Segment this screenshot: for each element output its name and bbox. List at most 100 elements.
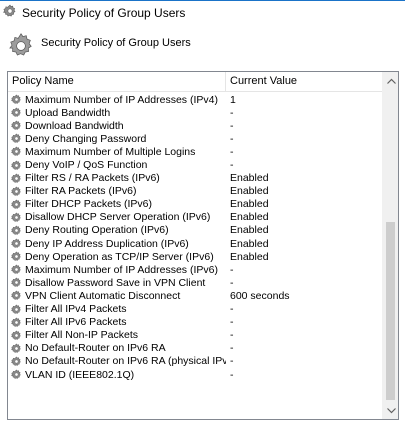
table-row[interactable]: No Default-Router on IPv6 RA -: [8, 342, 383, 355]
policy-value: Enabled: [230, 198, 269, 211]
policy-name-cell: Maximum Number of IP Addresses (IPv4): [8, 94, 226, 106]
policy-value-cell: -: [226, 303, 383, 315]
gear-icon: [11, 107, 22, 118]
policy-name-cell: Upload Bandwidth: [8, 107, 226, 119]
policy-value: -: [230, 106, 234, 119]
table-row[interactable]: Filter RA Packets (IPv6) Enabled: [8, 185, 383, 198]
policy-name: Deny Changing Password: [25, 132, 147, 145]
table-row[interactable]: Deny Operation as TCP/IP Server (IPv6) En…: [8, 250, 383, 263]
table-row[interactable]: Filter RS / RA Packets (IPv6) Enabled: [8, 172, 383, 185]
policy-name: Maximum Number of Multiple Logins: [25, 145, 196, 158]
table-row[interactable]: Disallow DHCP Server Operation (IPv6) Ena…: [8, 211, 383, 224]
table-row[interactable]: Filter All IPv6 Packets -: [8, 316, 383, 329]
policy-name-cell: Deny Operation as TCP/IP Server (IPv6): [8, 251, 226, 263]
gear-icon: [11, 120, 22, 131]
column-header-policy-name[interactable]: Policy Name: [8, 72, 226, 91]
gear-large-icon: [7, 32, 35, 63]
policy-name: VLAN ID (IEEE802.1Q): [25, 368, 135, 381]
gear-icon: [11, 159, 22, 171]
scroll-down-button[interactable]: [383, 402, 398, 419]
policy-name: Filter All Non-IP Packets: [25, 329, 139, 342]
policy-value: 1: [230, 93, 236, 106]
policy-value: 600 seconds: [230, 289, 290, 302]
policy-value-cell: Enabled: [226, 238, 383, 250]
policy-value-cell: 600 seconds: [226, 290, 383, 302]
table-row[interactable]: Filter DHCP Packets (IPv6) Enabled: [8, 198, 383, 211]
gear-icon: [11, 343, 22, 354]
policy-value-cell: -: [226, 146, 383, 158]
table-row[interactable]: Download Bandwidth -: [8, 119, 383, 132]
policy-value: -: [230, 368, 234, 381]
policy-value: -: [230, 132, 234, 145]
gear-icon: [11, 251, 22, 262]
policy-list[interactable]: Policy Name Current Value Maximum Number…: [7, 71, 399, 420]
table-row[interactable]: Deny Changing Password -: [8, 132, 383, 145]
policy-name: Deny Operation as TCP/IP Server (IPv6): [25, 250, 214, 263]
chevron-down-icon: [386, 407, 396, 413]
gear-icon: [11, 369, 22, 380]
policy-value: Enabled: [230, 237, 269, 250]
policy-value: -: [230, 329, 234, 342]
table-row[interactable]: Deny IP Address Duplication (IPv6) Enable…: [8, 237, 383, 250]
policy-name-cell: Deny Changing Password: [8, 133, 226, 145]
policy-name: Filter All IPv4 Packets: [25, 303, 127, 316]
table-row[interactable]: No Default-Router on IPv6 RA (physical I…: [8, 355, 383, 368]
policy-value-cell: Enabled: [226, 185, 383, 197]
table-row[interactable]: VPN Client Automatic Disconnect 600 secon…: [8, 289, 383, 302]
policy-name-cell: Deny VoIP / QoS Function: [8, 159, 226, 171]
gear-icon: [11, 356, 22, 367]
scroll-thumb[interactable]: [386, 222, 395, 400]
policy-name: Maximum Number of IP Addresses (IPv6): [25, 263, 218, 276]
policy-name: No Default-Router on IPv6 RA (physical I…: [25, 355, 226, 368]
policy-name-cell: Filter RS / RA Packets (IPv6): [8, 172, 226, 184]
policy-value: -: [230, 119, 234, 132]
policy-name: Maximum Number of IP Addresses (IPv4): [25, 93, 218, 106]
policy-name: Filter RS / RA Packets (IPv6): [25, 172, 160, 185]
policy-rows: Maximum Number of IP Addresses (IPv4) 1 Up…: [8, 93, 383, 381]
policy-name: Filter All IPv6 Packets: [25, 316, 127, 329]
policy-value: -: [230, 355, 234, 368]
list-header: Policy Name Current Value: [8, 72, 383, 92]
policy-value: -: [230, 316, 234, 329]
policy-name: Deny VoIP / QoS Function: [25, 159, 148, 172]
policy-name-cell: Filter DHCP Packets (IPv6): [8, 198, 226, 210]
table-row[interactable]: Filter All IPv4 Packets -: [8, 303, 383, 316]
policy-name-cell: No Default-Router on IPv6 RA (physical I…: [8, 355, 226, 367]
policy-value-cell: 1: [226, 94, 383, 106]
table-row[interactable]: Maximum Number of IP Addresses (IPv4) 1: [8, 93, 383, 106]
table-row[interactable]: Disallow Password Save in VPN Client -: [8, 276, 383, 289]
gear-icon: [11, 146, 22, 157]
policy-value: -: [230, 342, 234, 355]
policy-value-cell: Enabled: [226, 211, 383, 223]
column-header-current-value[interactable]: Current Value: [226, 72, 383, 91]
policy-name: VPN Client Automatic Disconnect: [25, 289, 181, 302]
policy-name-cell: Filter All IPv6 Packets: [8, 316, 226, 328]
policy-value: -: [230, 276, 234, 289]
policy-value-cell: -: [226, 264, 383, 276]
table-row[interactable]: Maximum Number of Multiple Logins -: [8, 145, 383, 158]
policy-name-cell: Maximum Number of Multiple Logins: [8, 146, 226, 158]
dialog-header: Security Policy of Group Users: [0, 24, 405, 64]
table-row[interactable]: Deny VoIP / QoS Function -: [8, 158, 383, 171]
gear-icon: [11, 94, 22, 105]
policy-name-cell: No Default-Router on IPv6 RA: [8, 342, 226, 354]
policy-value: Enabled: [230, 172, 269, 185]
table-row[interactable]: Upload Bandwidth -: [8, 106, 383, 119]
table-row[interactable]: Filter All Non-IP Packets -: [8, 329, 383, 342]
table-row[interactable]: Deny Routing Operation (IPv6) Enabled: [8, 224, 383, 237]
scroll-up-button[interactable]: [383, 72, 398, 89]
policy-name: Deny IP Address Duplication (IPv6): [25, 237, 189, 250]
policy-name-cell: Deny Routing Operation (IPv6): [8, 224, 226, 236]
gear-icon: [3, 4, 17, 21]
policy-value-cell: -: [226, 369, 383, 381]
chevron-up-icon: [386, 78, 396, 84]
policy-value-cell: -: [226, 120, 383, 132]
table-row[interactable]: Maximum Number of IP Addresses (IPv6) -: [8, 263, 383, 276]
policy-name: Deny Routing Operation (IPv6): [25, 224, 169, 237]
policy-name: Disallow DHCP Server Operation (IPv6): [25, 211, 211, 224]
table-row[interactable]: VLAN ID (IEEE802.1Q) -: [8, 368, 383, 381]
policy-value: Enabled: [230, 250, 269, 263]
policy-name-cell: Disallow DHCP Server Operation (IPv6): [8, 211, 226, 223]
policy-value-cell: -: [226, 342, 383, 354]
vertical-scrollbar[interactable]: [382, 72, 398, 419]
